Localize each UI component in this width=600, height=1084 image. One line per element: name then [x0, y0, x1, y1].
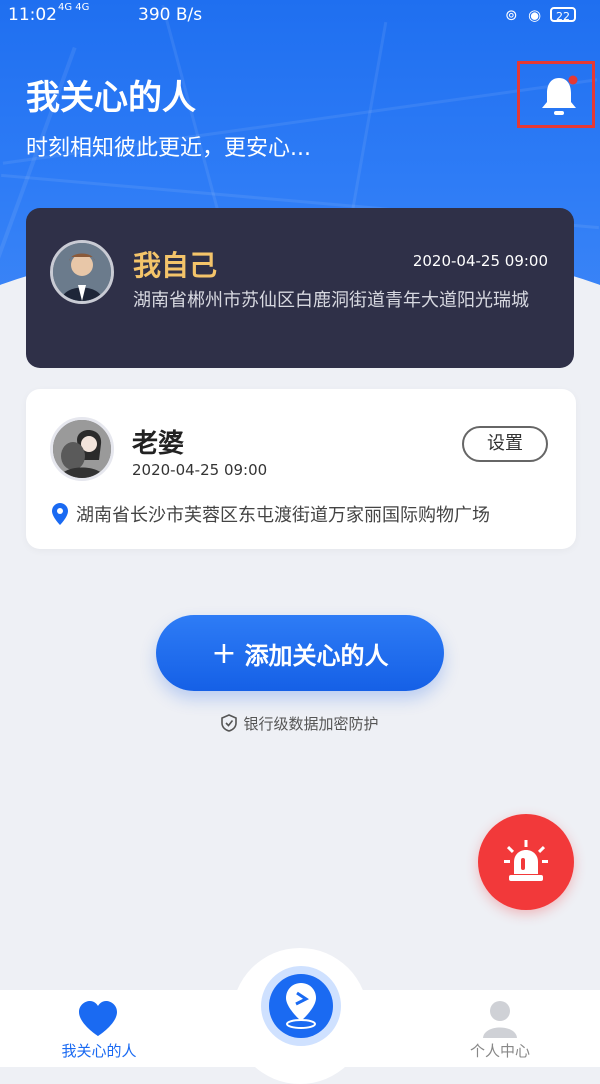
status-network: 4G 4G: [58, 2, 90, 13]
self-avatar: [50, 240, 114, 304]
add-contact-button[interactable]: + 添加关心的人: [156, 615, 444, 691]
page-title: 我关心的人: [26, 78, 196, 118]
lock-icon: ⊚: [505, 6, 518, 24]
contact-name: 老婆: [132, 429, 185, 459]
self-time: 2020-04-25 09:00: [412, 252, 548, 270]
shield-icon: [221, 714, 238, 732]
user-icon: [483, 1001, 517, 1038]
center-location-button[interactable]: [261, 966, 341, 1046]
status-time: 11:02: [8, 5, 57, 25]
contact-avatar: [50, 417, 114, 481]
heart-icon: [79, 1001, 117, 1036]
contact-settings-button[interactable]: 设置: [462, 426, 548, 462]
location-pin-icon: [52, 503, 68, 525]
status-speed: 390 B/s: [138, 5, 203, 25]
contact-card[interactable]: 老婆 2020-04-25 09:00 设置 湖南省长沙市芙蓉区东屯渡街道万家丽…: [26, 389, 576, 549]
map-pin-icon: [286, 983, 316, 1029]
self-address: 湖南省郴州市苏仙区白鹿洞街道青年大道阳光瑞城: [133, 290, 529, 311]
self-name: 我自己: [133, 249, 218, 282]
self-card[interactable]: 我自己 2020-04-25 09:00 湖南省郴州市苏仙区白鹿洞街道青年大道阳…: [26, 208, 574, 368]
notification-button[interactable]: [517, 61, 595, 128]
add-contact-label: 添加关心的人: [244, 641, 389, 670]
bell-icon: [542, 75, 578, 115]
contact-address: 湖南省长沙市芙蓉区东屯渡街道万家丽国际购物广场: [76, 505, 490, 526]
security-note: 银行级数据加密防护: [0, 713, 600, 734]
tab-care-label: 我关心的人: [61, 1042, 137, 1060]
tab-profile-label: 个人中心: [469, 1042, 530, 1060]
contact-time: 2020-04-25 09:00: [132, 461, 268, 479]
plus-icon: +: [211, 635, 237, 671]
location-status-icon: ◉: [528, 6, 542, 24]
battery-indicator: 22: [550, 7, 576, 23]
sos-alarm-button[interactable]: [478, 814, 574, 910]
security-note-text: 银行级数据加密防护: [243, 715, 379, 733]
siren-icon: [504, 840, 548, 881]
page-subtitle: 时刻相知彼此更近，更安心...: [26, 136, 311, 161]
status-bar: 11:02 4G 4G 390 B/s ⊚ ◉ 22: [0, 0, 600, 32]
